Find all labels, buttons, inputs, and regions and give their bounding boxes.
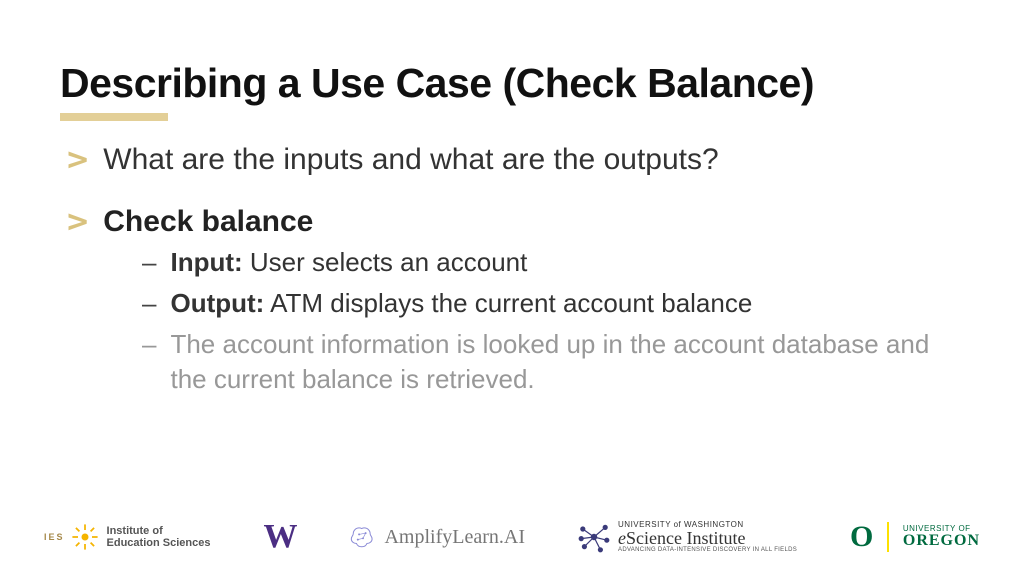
amplifylearn-logo: AmplifyLearn.AI (350, 525, 525, 549)
title-underline (60, 113, 168, 121)
uoregon-logo: O UNIVERSITY OF OREGON (850, 520, 980, 554)
sub-item: – The account information is looked up i… (142, 327, 964, 397)
uoregon-text-block: UNIVERSITY OF OREGON (903, 525, 980, 549)
bullet-item: > Check balance (68, 205, 964, 239)
sun-icon (71, 523, 99, 551)
escience-text-block: UNIVERSITY of WASHINGTON eScience Instit… (618, 521, 797, 553)
sub-value: ATM displays the current account balance (264, 288, 752, 318)
sub-item: – Input: User selects an account (142, 245, 964, 280)
ies-label-block: Institute of Education Sciences (107, 525, 211, 549)
sub-text: The account information is looked up in … (170, 327, 930, 397)
escience-name: eScience Institute (618, 529, 797, 547)
chevron-icon: > (67, 143, 88, 175)
w-icon: W (263, 518, 297, 556)
sub-text: Input: User selects an account (170, 245, 527, 280)
footer-logos: IES Institute of Education Sciences W (0, 518, 1024, 556)
slide-body: > What are the inputs and what are the o… (60, 143, 964, 397)
uoregon-main: OREGON (903, 533, 980, 549)
slide-title: Describing a Use Case (Check Balance) (60, 60, 964, 107)
ies-mark: IES (44, 523, 99, 551)
dash-icon: – (142, 327, 156, 362)
escience-tagline: ADVANCING DATA-INTENSIVE DISCOVERY IN AL… (618, 547, 797, 553)
dash-icon: – (142, 245, 156, 280)
uw-logo: W (263, 518, 297, 556)
network-icon (578, 521, 610, 553)
ies-logo: IES Institute of Education Sciences (44, 523, 210, 551)
amplifylearn-text: AmplifyLearn.AI (384, 526, 525, 549)
ies-label-line: Institute of (107, 525, 211, 537)
sub-item: – Output: ATM displays the current accou… (142, 286, 964, 321)
slide: Describing a Use Case (Check Balance) > … (0, 0, 1024, 576)
brain-icon (350, 525, 376, 549)
bullet-item: > What are the inputs and what are the o… (68, 143, 964, 177)
o-icon: O (850, 520, 873, 554)
bullet-text: What are the inputs and what are the out… (103, 143, 718, 177)
divider-bar (887, 522, 889, 552)
ies-label-line: Education Sciences (107, 537, 211, 549)
dash-icon: – (142, 286, 156, 321)
sub-value: User selects an account (243, 247, 528, 277)
sub-label: Output: (170, 288, 264, 318)
escience-logo: UNIVERSITY of WASHINGTON eScience Instit… (578, 521, 797, 553)
chevron-icon: > (67, 205, 88, 237)
sub-list: – Input: User selects an account – Outpu… (142, 245, 964, 397)
sub-text: Output: ATM displays the current account… (170, 286, 752, 321)
sub-label: Input: (170, 247, 242, 277)
ies-acronym: IES (44, 532, 65, 542)
bullet-text: Check balance (103, 205, 313, 239)
